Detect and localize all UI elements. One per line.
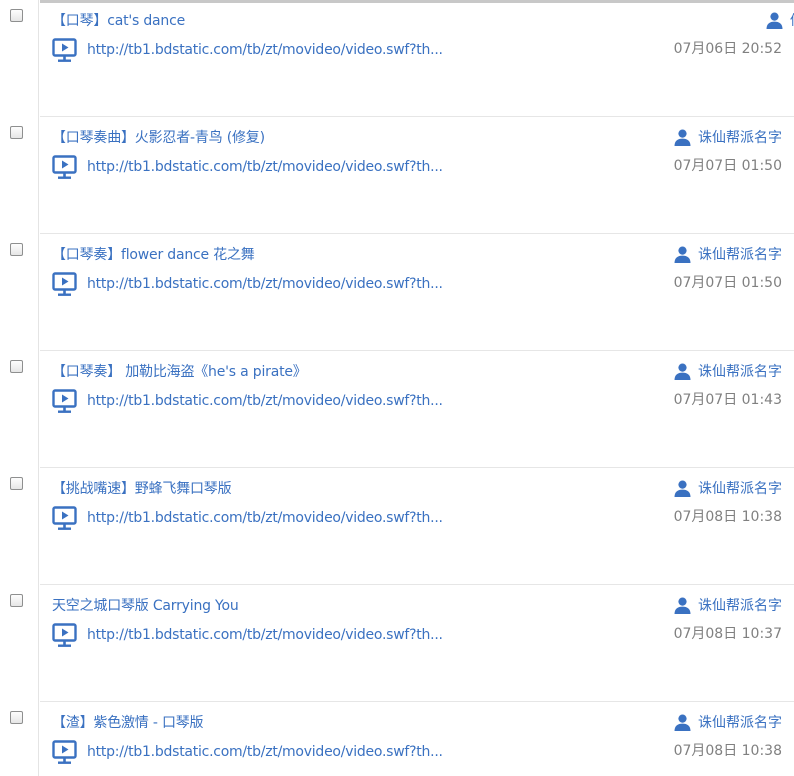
author-link[interactable]: 诛仙帮派名字 [674,595,782,615]
video-play-icon[interactable] [52,740,77,765]
author-name: 诛仙帮派名字 [698,247,782,263]
select-checkbox[interactable] [10,9,23,22]
list-item: 【口琴奏】 加勒比海盗《he's a pirate》 http://tb1.bd… [0,351,794,468]
post-time: 07月07日 01:50 [673,158,782,174]
author-name: 俑 [790,10,794,30]
user-icon [674,714,691,731]
video-post-list: 【口琴】cat's dance http://tb1.bdstatic.com/… [0,0,794,776]
post-title-link[interactable]: 【口琴】cat's dance [52,10,185,30]
select-checkbox[interactable] [10,711,23,724]
post-title-link[interactable]: 【挑战嘴速】野蜂飞舞口琴版 [52,478,232,498]
checkbox-cell [0,351,39,468]
author-link[interactable]: 诛仙帮派名字 [674,244,782,264]
video-url-link[interactable]: http://tb1.bdstatic.com/tb/zt/movideo/vi… [87,159,443,175]
list-item: 天空之城口琴版 Carrying You http://tb1.bdstatic… [0,585,794,702]
select-checkbox[interactable] [10,477,23,490]
checkbox-cell [0,468,39,585]
author-link[interactable]: 诛仙帮派名字 [674,361,782,381]
video-url-link[interactable]: http://tb1.bdstatic.com/tb/zt/movideo/vi… [87,276,443,292]
post-title-link[interactable]: 【口琴奏】flower dance 花之舞 [52,244,255,264]
author-link[interactable]: 诛仙帮派名字 [674,478,782,498]
post-title-link[interactable]: 【渣】紫色激情 - 口琴版 [52,712,204,732]
video-url-link[interactable]: http://tb1.bdstatic.com/tb/zt/movideo/vi… [87,393,443,409]
select-checkbox[interactable] [10,243,23,256]
user-icon [674,246,691,263]
user-icon [674,129,691,146]
video-play-icon[interactable] [52,506,77,531]
user-icon [674,363,691,380]
post-time: 07月08日 10:37 [673,626,782,642]
select-checkbox[interactable] [10,126,23,139]
checkbox-cell [0,234,39,351]
select-checkbox[interactable] [10,594,23,607]
video-url-link[interactable]: http://tb1.bdstatic.com/tb/zt/movideo/vi… [87,627,443,643]
list-item: 【口琴奏曲】火影忍者-青鸟 (修复) http://tb1.bdstatic.c… [0,117,794,234]
post-time: 07月07日 01:43 [673,392,782,408]
checkbox-cell [0,702,39,776]
list-item: 【口琴奏】flower dance 花之舞 http://tb1.bdstati… [0,234,794,351]
author-name: 诛仙帮派名字 [698,598,782,614]
select-checkbox[interactable] [10,360,23,373]
author-name: 诛仙帮派名字 [698,715,782,731]
post-time: 07月08日 10:38 [673,743,782,759]
author-name: 诛仙帮派名字 [698,130,782,146]
author-name: 诛仙帮派名字 [698,481,782,497]
post-title-link[interactable]: 【口琴奏】 加勒比海盗《he's a pirate》 [52,361,307,381]
author-link[interactable]: 俑 [766,10,794,30]
list-item: 【渣】紫色激情 - 口琴版 http://tb1.bdstatic.com/tb… [0,702,794,776]
user-icon [674,480,691,497]
list-item: 【口琴】cat's dance http://tb1.bdstatic.com/… [0,0,794,117]
post-title-link[interactable]: 【口琴奏曲】火影忍者-青鸟 (修复) [52,127,265,147]
post-time: 07月06日 20:52 [673,41,782,57]
video-url-link[interactable]: http://tb1.bdstatic.com/tb/zt/movideo/vi… [87,42,443,58]
author-name: 诛仙帮派名字 [698,364,782,380]
video-play-icon[interactable] [52,155,77,180]
post-time: 07月07日 01:50 [673,275,782,291]
checkbox-cell [0,117,39,234]
list-item: 【挑战嘴速】野蜂飞舞口琴版 http://tb1.bdstatic.com/tb… [0,468,794,585]
user-icon [766,12,783,29]
video-play-icon[interactable] [52,272,77,297]
checkbox-cell [0,0,39,117]
video-play-icon[interactable] [52,389,77,414]
video-play-icon[interactable] [52,38,77,63]
video-url-link[interactable]: http://tb1.bdstatic.com/tb/zt/movideo/vi… [87,744,443,760]
user-icon [674,597,691,614]
author-link[interactable]: 诛仙帮派名字 [674,127,782,147]
post-time: 07月08日 10:38 [673,509,782,525]
checkbox-cell [0,585,39,702]
post-title-link[interactable]: 天空之城口琴版 Carrying You [52,595,239,615]
video-url-link[interactable]: http://tb1.bdstatic.com/tb/zt/movideo/vi… [87,510,443,526]
author-link[interactable]: 诛仙帮派名字 [674,712,782,732]
video-play-icon[interactable] [52,623,77,648]
